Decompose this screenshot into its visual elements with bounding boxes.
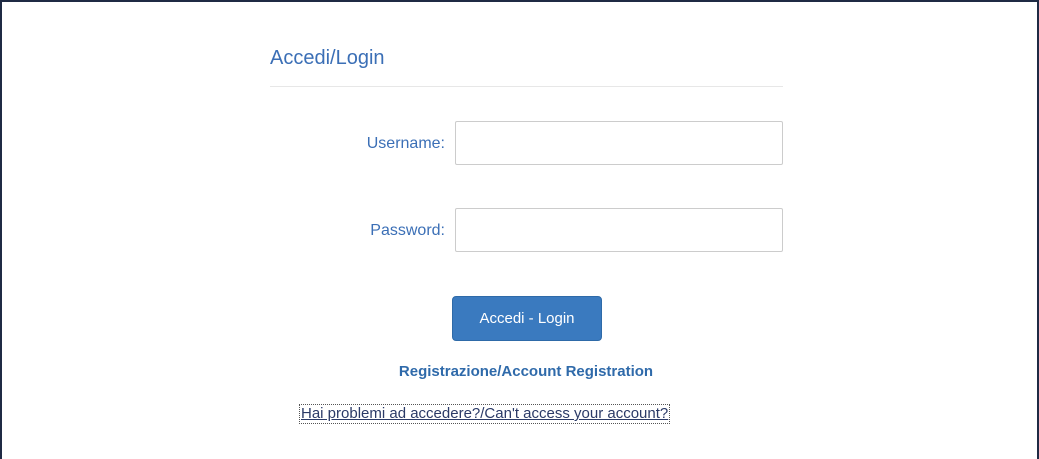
- account-registration-link[interactable]: Registrazione/Account Registration: [0, 363, 1039, 380]
- login-button[interactable]: Accedi - Login: [452, 296, 602, 341]
- cant-access-account-link[interactable]: Hai problemi ad accedere?/Can't access y…: [299, 404, 671, 424]
- password-label: Password:: [370, 222, 445, 239]
- page-title: Accedi/Login: [270, 47, 385, 69]
- username-input[interactable]: [455, 121, 783, 165]
- title-divider: [270, 86, 783, 87]
- username-label: Username:: [366, 135, 445, 152]
- password-input[interactable]: [455, 208, 783, 252]
